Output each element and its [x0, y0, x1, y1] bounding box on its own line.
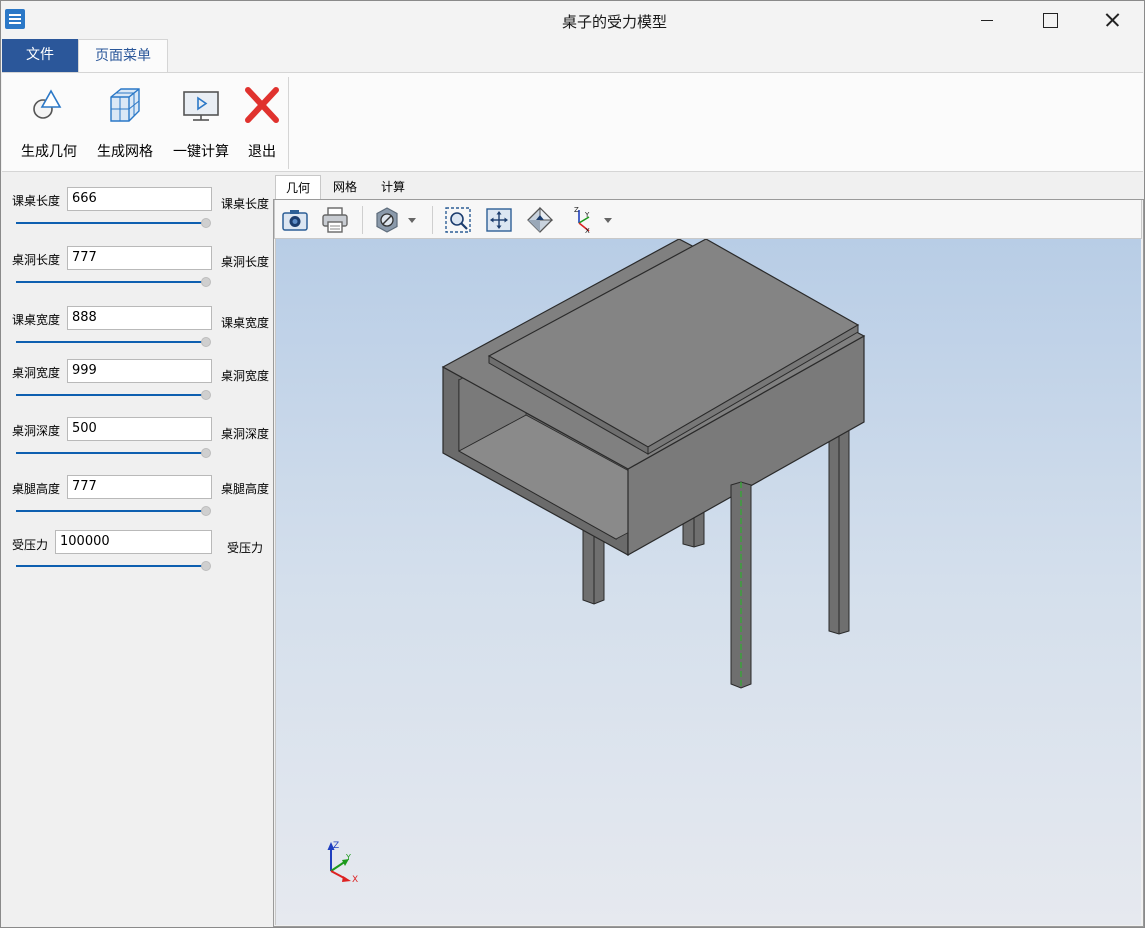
generate-geometry-label: 生成几何 [21, 144, 77, 160]
one-click-calc-label: 一键计算 [173, 144, 229, 160]
exit-x-icon [245, 87, 279, 123]
slider-thumb[interactable] [201, 390, 211, 400]
ribbon-separator [288, 77, 289, 169]
toolbar-separator [432, 206, 433, 234]
camera-icon[interactable] [280, 205, 310, 235]
param-label: 桌洞长度 [12, 253, 61, 267]
drawer-width-input[interactable]: 999 [67, 359, 212, 383]
leg-height-slider[interactable] [16, 510, 206, 512]
view-orient-icon[interactable] [525, 205, 555, 235]
param-label: 桌洞深度 [12, 424, 61, 438]
svg-text:Z: Z [574, 206, 579, 214]
zoom-window-icon[interactable] [443, 205, 473, 235]
monitor-play-icon [183, 91, 219, 121]
tab-geometry[interactable]: 几何 [275, 175, 321, 199]
fit-all-icon[interactable] [484, 205, 514, 235]
minimize-button[interactable] [956, 1, 1018, 39]
triad-y-label: Y [345, 853, 351, 862]
slider-thumb[interactable] [201, 277, 211, 287]
param-label: 受压力 [12, 538, 49, 552]
drawer-depth-input[interactable]: 500 [67, 417, 212, 441]
param-unit-label: 桌腿高度 [221, 482, 270, 496]
one-click-calc-button[interactable]: 一键计算 [166, 83, 236, 163]
drawer-length-slider[interactable] [16, 281, 206, 283]
param-label: 课桌宽度 [12, 313, 61, 327]
pressure-slider[interactable] [16, 565, 206, 567]
geometry-icon [33, 89, 62, 119]
exit-label: 退出 [248, 144, 276, 160]
slider-thumb[interactable] [201, 448, 211, 458]
desk-model: Z Y X [327, 239, 866, 885]
app-window: 桌子的受力模型 文件 页面菜单 生成几何 生成网格 一键计算 退出 课桌长度 6… [0, 0, 1145, 928]
triad-x-label: X [352, 875, 358, 885]
maximize-button[interactable] [1018, 1, 1080, 39]
slider-thumb[interactable] [201, 218, 211, 228]
tab-page-menu[interactable]: 页面菜单 [78, 39, 168, 73]
param-unit-label: 桌洞宽度 [221, 369, 270, 383]
param-unit-label: 课桌宽度 [221, 316, 270, 330]
title-bar: 桌子的受力模型 [1, 1, 1144, 39]
svg-text:Y: Y [584, 211, 590, 219]
tab-mesh[interactable]: 网格 [321, 175, 369, 199]
slider-thumb[interactable] [201, 337, 211, 347]
view-toolbar: Z Y X [274, 199, 1142, 239]
triad-z-label: Z [333, 841, 339, 851]
generate-mesh-button[interactable]: 生成网格 [90, 83, 160, 163]
tab-calculation[interactable]: 计算 [369, 175, 417, 199]
mesh-cube-icon [110, 88, 140, 122]
display-mode-icon[interactable] [373, 205, 421, 235]
generate-mesh-label: 生成网格 [97, 144, 153, 160]
drawer-depth-slider[interactable] [16, 452, 206, 454]
desk-length-slider[interactable] [16, 222, 206, 224]
3d-viewport[interactable]: Z Y X [275, 239, 1141, 925]
param-unit-label: 桌洞深度 [221, 427, 270, 441]
slider-thumb[interactable] [201, 506, 211, 516]
param-unit-label: 受压力 [227, 541, 264, 555]
desk-width-input[interactable]: 888 [67, 306, 212, 330]
ribbon-tab-bar: 文件 页面菜单 [1, 39, 1144, 73]
view-tab-bar: 几何 网格 计算 [274, 175, 1144, 199]
tab-file[interactable]: 文件 [2, 39, 78, 72]
ribbon-panel: 生成几何 生成网格 一键计算 退出 [2, 72, 1143, 172]
print-icon[interactable] [320, 205, 350, 235]
pressure-input[interactable]: 100000 [55, 530, 212, 554]
desk-length-input[interactable]: 666 [67, 187, 212, 211]
drawer-length-input[interactable]: 777 [67, 246, 212, 270]
svg-text:X: X [585, 227, 590, 235]
drawer-width-slider[interactable] [16, 394, 206, 396]
axis-view-icon[interactable]: Z Y X [567, 205, 617, 235]
desk-width-slider[interactable] [16, 341, 206, 343]
close-button[interactable] [1081, 1, 1143, 39]
slider-thumb[interactable] [201, 561, 211, 571]
exit-button[interactable]: 退出 [240, 83, 284, 163]
param-unit-label: 课桌长度 [221, 197, 270, 211]
toolbar-separator [362, 206, 363, 234]
param-unit-label: 桌洞长度 [221, 255, 270, 269]
param-label: 课桌长度 [12, 194, 61, 208]
param-label: 桌洞宽度 [12, 366, 61, 380]
parameter-panel: 课桌长度 666 课桌长度 桌洞长度 777 桌洞长度 课桌宽度 888 课桌宽… [2, 174, 273, 927]
leg-height-input[interactable]: 777 [67, 475, 212, 499]
param-label: 桌腿高度 [12, 482, 61, 496]
generate-geometry-button[interactable]: 生成几何 [14, 83, 84, 163]
axis-triad: Z Y X [327, 841, 358, 885]
